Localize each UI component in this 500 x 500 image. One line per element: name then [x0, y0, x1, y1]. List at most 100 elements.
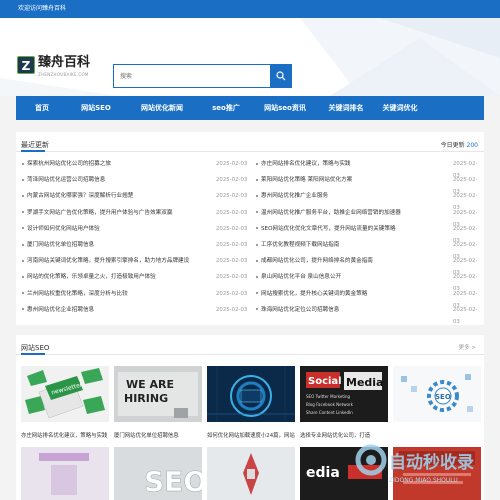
news-title[interactable]: 厦门网站优化单位招聘信息: [27, 242, 94, 248]
news-title[interactable]: 设计师如何优化网站用户体验: [27, 226, 100, 232]
today-count: 200: [466, 142, 478, 149]
news-item[interactable]: 惠州网站优化推广企业服务: [256, 190, 328, 202]
svg-text:SEO Twitter Marketing: SEO Twitter Marketing: [306, 394, 351, 399]
news-title[interactable]: 菏泽网站优化运营公司招聘信息: [27, 177, 105, 183]
news-item[interactable]: 兰州网站权重优化策略，深度分析与比较: [22, 288, 128, 300]
news-title[interactable]: SEO网站优化优化文章代写，提升网站流量的关键策略: [261, 226, 396, 232]
news-item[interactable]: 网站的优化策略，乐领卓量之火，打造极致用户体验: [22, 271, 156, 283]
news-title[interactable]: 泉山网站优化平台 泉山信息公开: [261, 274, 341, 280]
news-item[interactable]: 探索杭州网站优化公司的招募之旅: [22, 158, 111, 170]
news-title[interactable]: 网站的优化策略，乐领卓量之火，打造极致用户体验: [27, 274, 156, 280]
svg-text:HIRING: HIRING: [124, 392, 168, 405]
news-title[interactable]: 网站搜索优化，提升核心关键词的黄金策略: [261, 291, 367, 297]
nav-item-news[interactable]: 网站优化新闻: [124, 96, 200, 120]
card-caption[interactable]: 厦门网站优化单位招聘信息: [114, 431, 202, 439]
search-bar: [113, 64, 292, 88]
search-input[interactable]: [113, 64, 270, 88]
nav-item-home[interactable]: 首页: [16, 96, 68, 120]
news-item[interactable]: 河南网站关键词优化策略，提升搜索引擎排名，助力地方品牌建设: [22, 255, 189, 267]
card-image-row2[interactable]: SEO: [114, 447, 202, 500]
svg-text:Share Content LinkedIn: Share Content LinkedIn: [306, 410, 353, 415]
news-title[interactable]: 惠州网站优化企业招聘信息: [27, 307, 94, 313]
news-date: 2025-02-03: [216, 209, 248, 216]
today-label: 今日更新: [440, 142, 465, 149]
news-item[interactable]: 内蒙古网站优化哪家强？深度解析行业翘楚: [22, 190, 133, 202]
bullet-icon: [256, 292, 258, 295]
card-image-seo-gears[interactable]: SEO: [393, 366, 481, 422]
card-image-row2[interactable]: [207, 447, 295, 500]
news-title[interactable]: 兰州网站权重优化策略，深度分析与比较: [27, 291, 128, 297]
news-item[interactable]: 罗湖手文网站广告优化策略，提升用户体验与广告效果双赢: [22, 207, 172, 219]
svg-text:Social: Social: [308, 376, 342, 387]
news-title[interactable]: 惠州网站优化推广企业服务: [261, 193, 328, 199]
news-title[interactable]: 珠海网站优化定位公司招聘信息: [261, 307, 339, 313]
news-title[interactable]: 莱阳网站优化策略 莱阳网站优化方案: [261, 177, 352, 183]
news-title[interactable]: 探索杭州网站优化公司的招募之旅: [27, 161, 111, 167]
bullet-icon: [22, 162, 24, 165]
card-image-newsletter[interactable]: newsletter: [21, 366, 109, 422]
bullet-icon: [22, 259, 24, 262]
news-item[interactable]: 莱阳网站优化策略 莱阳网站优化方案: [256, 174, 352, 186]
news-item[interactable]: 工序优化教程视频下载网站指南: [256, 239, 339, 251]
news-date: 2025-02-03: [216, 274, 248, 281]
news-item[interactable]: 设计师如何优化网站用户体验: [22, 223, 100, 235]
bullet-icon: [22, 275, 24, 278]
news-date: 2025-02-03: [453, 306, 478, 325]
card-image-hiring[interactable]: WE ARE HIRING: [114, 366, 202, 422]
watermark-subtext: ZIDONG MIAO SHOULU: [389, 477, 458, 484]
news-item[interactable]: SEO网站优化优化文章代写，提升网站流量的关键策略: [256, 223, 396, 235]
news-item[interactable]: 亦庄网站排名优化建议，策略与实践: [256, 158, 351, 170]
title-accent-bar: [21, 150, 45, 152]
bullet-icon: [256, 275, 258, 278]
svg-text:SEO: SEO: [144, 465, 202, 498]
watermark-text: 自动秒收录: [389, 452, 474, 473]
news-title[interactable]: 亦庄网站排名优化建议，策略与实践: [261, 161, 351, 167]
news-title[interactable]: 温州网站优化推广服务平台，助推企业网络营销的加速器: [261, 210, 401, 216]
news-title[interactable]: 罗湖手文网站广告优化策略，提升用户体验与广告效果双赢: [27, 210, 172, 216]
news-item[interactable]: 泉山网站优化平台 泉山信息公开: [256, 271, 341, 283]
card-image-row2[interactable]: [21, 447, 109, 500]
news-item[interactable]: 成都网站优化公司，提升网络排名的黄金指南: [256, 255, 373, 267]
seo-section-title[interactable]: 网站SEO: [21, 343, 49, 353]
site-header: Z 臻舟百科 ZHENZHOUBAIKE.COM: [0, 18, 500, 96]
card-image-speed[interactable]: [207, 366, 295, 422]
news-title[interactable]: 河南网站关键词优化策略，提升搜索引擎排名，助力地方品牌建设: [27, 258, 189, 264]
nav-item-promotion[interactable]: seo推广: [200, 96, 252, 120]
card-caption[interactable]: 如何优化网站加载速度小24篇，网站...: [207, 431, 295, 439]
bullet-icon: [256, 259, 258, 262]
search-button[interactable]: [270, 64, 292, 88]
search-icon: [276, 71, 286, 81]
news-date: 2025-02-03: [216, 161, 248, 167]
bullet-icon: [256, 243, 258, 246]
news-item[interactable]: 惠州网站优化企业招聘信息: [22, 304, 94, 316]
news-date: 2025-02-03: [216, 177, 248, 184]
bullet-icon: [256, 194, 258, 197]
bullet-icon: [22, 292, 24, 295]
svg-text:Media: Media: [346, 376, 383, 389]
nav-item-seo-info[interactable]: 网站seo资讯: [252, 96, 318, 120]
site-logo[interactable]: Z 臻舟百科 ZHENZHOUBAIKE.COM: [17, 56, 90, 77]
latest-updates-title: 最近更新: [21, 141, 49, 149]
nav-item-seo[interactable]: 网站SEO: [68, 96, 124, 120]
bullet-icon: [256, 162, 258, 165]
nav-item-keyword-optimize[interactable]: 关键词优化: [374, 96, 426, 120]
news-title[interactable]: 内蒙古网站优化哪家强？深度解析行业翘楚: [27, 193, 133, 199]
news-item[interactable]: 网站搜索优化，提升核心关键词的黄金策略: [256, 288, 367, 300]
watermark-logo: 自动秒收录 ZIDONG MIAO SHOULU: [355, 438, 495, 496]
bullet-icon: [22, 243, 24, 246]
card-image-social-media[interactable]: Social Media SEO Twitter Marketing Blog …: [300, 366, 388, 422]
title-accent-bar: [21, 353, 45, 355]
news-title[interactable]: 工序优化教程视频下载网站指南: [261, 242, 339, 248]
card-caption[interactable]: 亦庄网站排名优化建议，策略与实践: [21, 431, 109, 439]
news-date: 2025-02-03: [216, 193, 248, 200]
news-item[interactable]: 温州网站优化推广服务平台，助推企业网络营销的加速器: [256, 207, 401, 219]
bullet-icon: [22, 211, 24, 214]
news-title[interactable]: 成都网站优化公司，提升网络排名的黄金指南: [261, 258, 373, 264]
news-item[interactable]: 珠海网站优化定位公司招聘信息: [256, 304, 339, 316]
more-link[interactable]: 更多 >: [459, 343, 476, 351]
news-item[interactable]: 厦门网站优化单位招聘信息: [22, 239, 94, 251]
news-item[interactable]: 菏泽网站优化运营公司招聘信息: [22, 174, 105, 186]
logo-title: 臻舟百科: [38, 55, 91, 70]
svg-text:WE ARE: WE ARE: [126, 378, 174, 391]
nav-item-keyword-rank[interactable]: 关键词排名: [318, 96, 374, 120]
